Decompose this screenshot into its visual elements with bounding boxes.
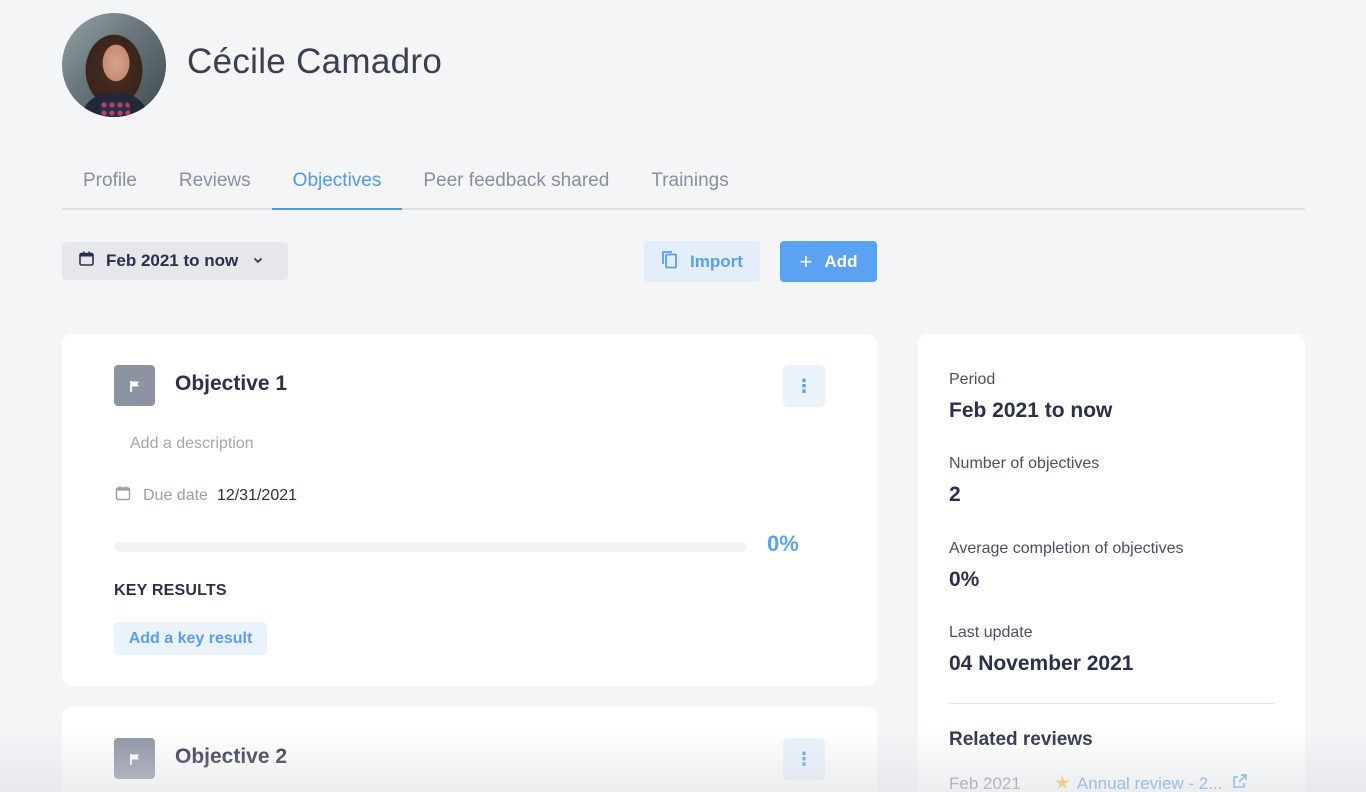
objective-title[interactable]: Objective 1 (175, 372, 287, 396)
calendar-icon (115, 485, 131, 506)
plus-icon: + (799, 248, 813, 274)
due-date[interactable]: Due date 12/31/2021 (115, 485, 297, 506)
objective-card: Objective 1 ⋮ Add a description Due date… (62, 334, 877, 686)
due-date-label: Due date (143, 486, 208, 504)
star-icon: ★ (1053, 773, 1071, 792)
divider (949, 703, 1274, 704)
user-name: Cécile Camadro (187, 42, 443, 81)
tab-bar: Profile Reviews Objectives Peer feedback… (62, 155, 1305, 210)
avatar (62, 13, 166, 117)
average-completion-value: 0% (949, 568, 980, 591)
copy-icon (661, 250, 678, 274)
due-date-value: 12/31/2021 (216, 486, 298, 504)
tab-reviews[interactable]: Reviews (158, 155, 272, 210)
period-value: Feb 2021 to now (949, 399, 1113, 422)
objective-title[interactable]: Objective 2 (175, 745, 287, 769)
average-completion-label: Average completion of objectives (949, 540, 1184, 557)
objective-card: Objective 2 ⋮ (62, 707, 877, 792)
progress-bar (114, 542, 747, 552)
add-button-label: Add (824, 251, 858, 271)
progress-percent: 0% (767, 531, 799, 556)
flag-icon (114, 365, 155, 406)
more-options-icon[interactable]: ⋮ (783, 365, 825, 407)
tab-objectives[interactable]: Objectives (271, 155, 403, 210)
objectives-count-value: 2 (949, 483, 961, 506)
add-key-result-button[interactable]: Add a key result (114, 622, 267, 655)
flag-icon (114, 738, 155, 779)
objectives-count-label: Number of objectives (949, 455, 1100, 472)
external-link-icon[interactable] (1232, 773, 1248, 792)
more-options-icon[interactable]: ⋮ (783, 738, 825, 780)
chevron-down-icon (252, 251, 264, 271)
add-button[interactable]: + Add (780, 241, 877, 282)
related-review-item[interactable]: Feb 2021 ★ Annual review - 2... (949, 772, 1248, 792)
tab-peer-feedback-shared[interactable]: Peer feedback shared (402, 155, 630, 210)
objectives-summary-panel: Period Feb 2021 to now Number of objecti… (918, 334, 1305, 792)
tab-profile[interactable]: Profile (62, 155, 158, 210)
description-placeholder[interactable]: Add a description (130, 435, 254, 453)
related-review-link[interactable]: Annual review - 2... (1077, 774, 1223, 792)
tab-trainings[interactable]: Trainings (630, 155, 749, 210)
related-reviews-heading: Related reviews (949, 729, 1093, 750)
import-button-label: Import (690, 251, 743, 271)
period-label: Period (949, 371, 996, 388)
import-button[interactable]: Import (644, 241, 760, 282)
key-results-heading: KEY RESULTS (114, 582, 227, 599)
related-review-date: Feb 2021 (949, 773, 1021, 792)
last-update-value: 04 November 2021 (949, 652, 1134, 675)
period-selector[interactable]: Feb 2021 to now (62, 242, 288, 280)
period-selector-label: Feb 2021 to now (106, 251, 239, 270)
calendar-icon (79, 251, 94, 271)
last-update-label: Last update (949, 624, 1033, 641)
